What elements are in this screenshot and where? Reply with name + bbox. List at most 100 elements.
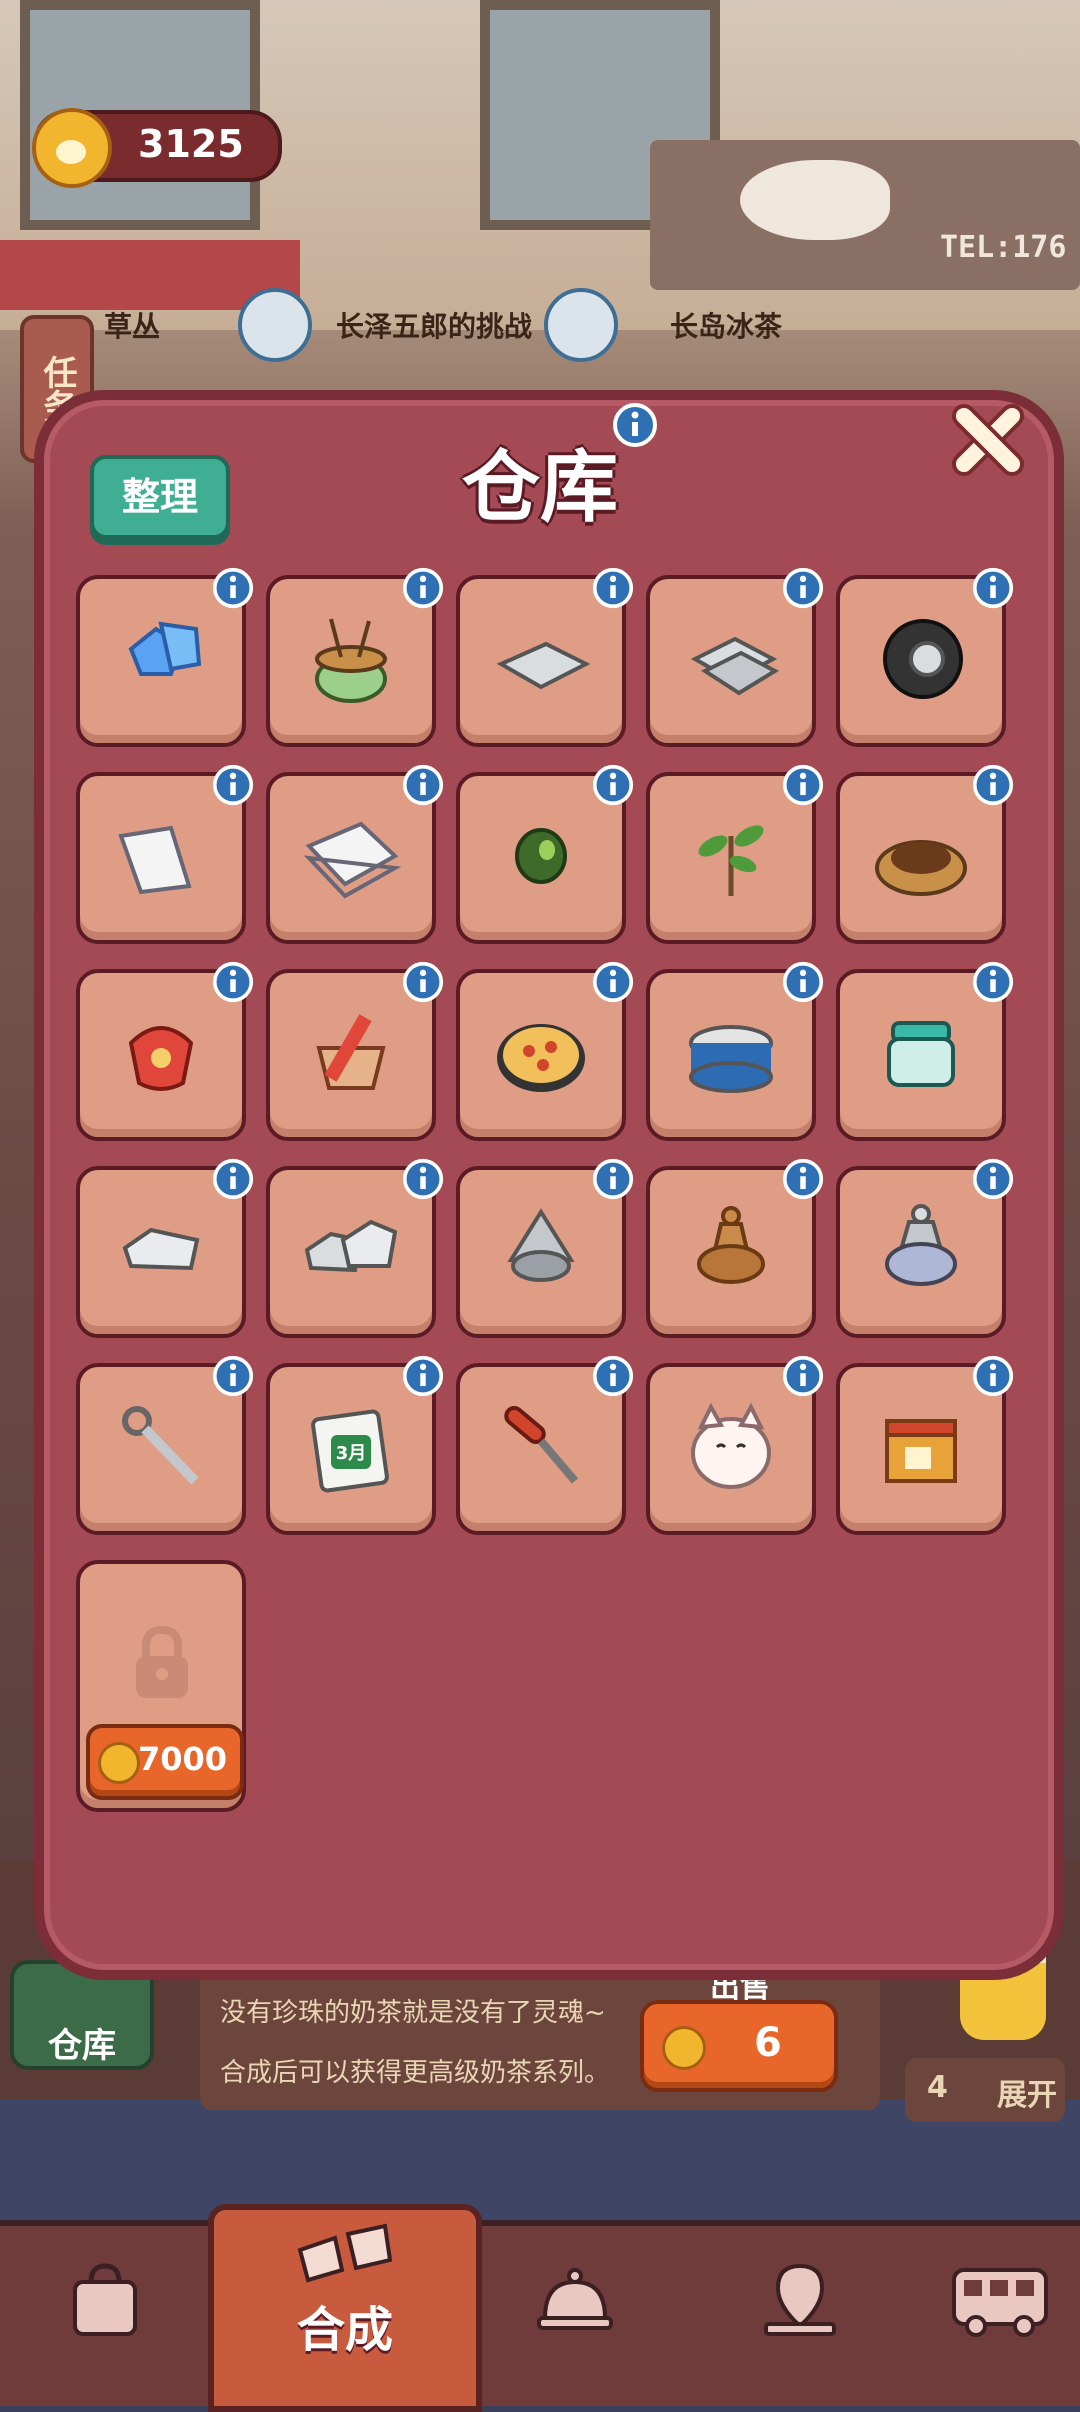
warehouse-item-slot[interactable]	[266, 961, 444, 1141]
info-icon[interactable]	[402, 961, 444, 1003]
map-pin-icon	[764, 2263, 836, 2336]
gift-box-icon	[885, 1419, 957, 1483]
merge-icon	[297, 2223, 393, 2283]
close-icon[interactable]	[946, 398, 1026, 478]
warehouse-item-slot[interactable]	[646, 1158, 824, 1338]
silver-ingots-icon	[304, 1219, 398, 1273]
info-icon[interactable]	[782, 961, 824, 1003]
warehouse-item-slot[interactable]	[76, 1158, 254, 1338]
message-line-1: 没有珍珠的奶茶就是没有了灵魂~	[220, 1998, 606, 2028]
title-info-icon[interactable]	[612, 402, 658, 448]
task-label: 长岛冰茶	[670, 310, 783, 343]
info-icon[interactable]	[972, 961, 1014, 1003]
info-icon[interactable]	[592, 1158, 634, 1200]
info-icon[interactable]	[592, 764, 634, 806]
warehouse-item-slot[interactable]	[76, 567, 254, 747]
sign-phone-text: TEL:176	[940, 230, 1067, 265]
info-icon[interactable]	[402, 1355, 444, 1397]
warehouse-item-slot[interactable]	[266, 764, 444, 944]
jar-icon	[887, 1021, 955, 1087]
paw-coin-icon	[662, 2026, 706, 2070]
tire-icon	[883, 619, 963, 699]
warehouse-item-slot[interactable]	[836, 1158, 1014, 1338]
bus-icon	[952, 2268, 1048, 2337]
info-icon[interactable]	[972, 1158, 1014, 1200]
queue-count: 4	[927, 2070, 948, 2105]
service-bell-icon	[537, 2268, 613, 2330]
warehouse-item-slot[interactable]	[456, 1158, 634, 1338]
warehouse-item-slot[interactable]	[76, 764, 254, 944]
warehouse-item-slot[interactable]	[646, 567, 824, 747]
warehouse-item-slot[interactable]	[76, 961, 254, 1141]
warehouse-item-slot[interactable]	[456, 567, 634, 747]
basket-icon	[316, 1014, 386, 1090]
nav-service[interactable]	[500, 2240, 650, 2380]
info-icon[interactable]	[972, 764, 1014, 806]
warehouse-item-slot[interactable]	[646, 764, 824, 944]
info-icon[interactable]	[782, 1158, 824, 1200]
warehouse-item-slot[interactable]	[836, 764, 1014, 944]
metal-plate-icon	[496, 641, 591, 690]
coin-amount: 3125	[138, 122, 244, 166]
warehouse-item-slot[interactable]	[266, 1158, 444, 1338]
nav-merge-label: 合成	[296, 2302, 393, 2358]
lucky-cat-icon	[691, 1402, 771, 1489]
warehouse-item-slot[interactable]: 3月	[266, 1355, 444, 1535]
task-label: 长泽五郎的挑战	[336, 310, 533, 343]
warehouse-item-slot[interactable]	[76, 1355, 254, 1535]
nav-bus[interactable]	[915, 2240, 1065, 2380]
warehouse-item-slot[interactable]	[456, 961, 634, 1141]
paw-coin-icon	[32, 108, 112, 188]
silver-ingot-icon	[122, 1227, 200, 1271]
hotpot-icon	[315, 618, 387, 703]
info-icon[interactable]	[782, 764, 824, 806]
info-icon[interactable]	[972, 1355, 1014, 1397]
info-icon[interactable]	[782, 567, 824, 609]
sell-button[interactable]: 6	[640, 2000, 838, 2092]
lock-icon	[136, 1625, 188, 1698]
pizza-icon	[497, 1024, 585, 1092]
calendar-month-label: 3月	[336, 1443, 367, 1464]
info-icon[interactable]	[402, 567, 444, 609]
locked-slot[interactable]: 7000	[76, 1560, 246, 1812]
shopping-bag-icon	[73, 2263, 137, 2336]
info-icon[interactable]	[782, 1355, 824, 1397]
info-icon[interactable]	[212, 1158, 254, 1200]
metal-plates-stack-icon	[690, 636, 780, 696]
warehouse-item-slot[interactable]	[836, 567, 1014, 747]
warehouse-item-slot[interactable]	[266, 567, 444, 747]
paw-coin-icon	[98, 1742, 140, 1784]
nav-merge-tab[interactable]: 合成	[208, 2204, 482, 2412]
info-icon[interactable]	[212, 764, 254, 806]
warehouse-item-slot[interactable]	[456, 1355, 634, 1535]
unlock-price: 7000	[138, 1740, 228, 1778]
expand-button[interactable]: 4 展开	[905, 2058, 1065, 2122]
nav-map[interactable]	[725, 2240, 875, 2380]
info-icon[interactable]	[212, 1355, 254, 1397]
warehouse-item-slot[interactable]	[646, 961, 824, 1141]
metal-cone-icon	[507, 1208, 575, 1282]
info-icon[interactable]	[402, 1158, 444, 1200]
unlock-price-button[interactable]: 7000	[86, 1724, 244, 1800]
warehouse-item-slot[interactable]	[836, 1355, 1014, 1535]
sort-button[interactable]: 整理	[90, 455, 230, 539]
info-icon[interactable]	[592, 961, 634, 1003]
npc-avatar[interactable]	[238, 288, 312, 362]
warehouse-item-slot[interactable]	[456, 764, 634, 944]
sell-price: 6	[754, 2020, 782, 2066]
warehouse-item-slot[interactable]	[836, 961, 1014, 1141]
info-icon[interactable]	[592, 567, 634, 609]
kunai-icon	[122, 1406, 199, 1485]
npc-avatar[interactable]	[544, 288, 618, 362]
info-icon[interactable]	[972, 567, 1014, 609]
info-icon[interactable]	[212, 567, 254, 609]
expand-label: 展开	[997, 2078, 1057, 2113]
info-icon[interactable]	[592, 1355, 634, 1397]
canned-fish-icon	[689, 1025, 773, 1093]
info-icon[interactable]	[402, 764, 444, 806]
info-icon[interactable]	[212, 961, 254, 1003]
warehouse-item-slot[interactable]	[646, 1355, 824, 1535]
fish-icon	[740, 160, 890, 240]
nav-shop-bag[interactable]	[30, 2240, 180, 2380]
tea-leaves-plate-icon	[875, 840, 967, 896]
